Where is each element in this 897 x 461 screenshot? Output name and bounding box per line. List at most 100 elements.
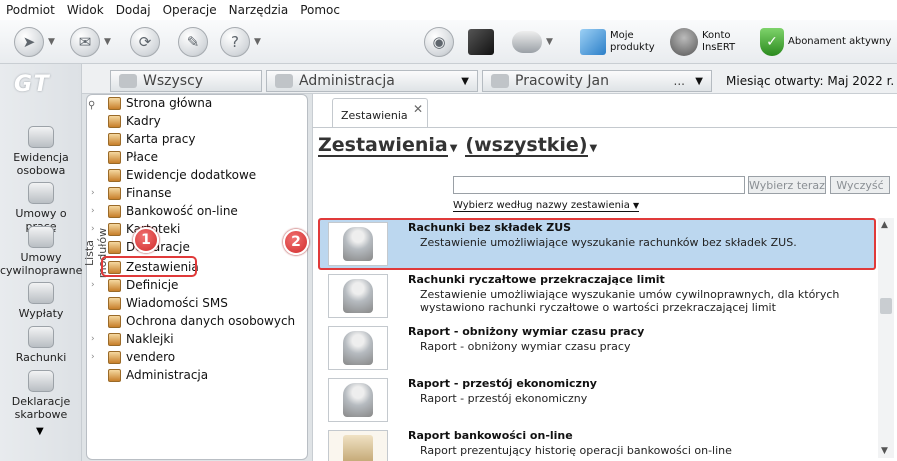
vendero-icon (108, 350, 121, 364)
list-item-title: Raport - obniżony wymiar czasu pracy (408, 325, 645, 338)
filter-wszyscy[interactable]: Wszyscy (110, 70, 262, 92)
expand-finanse-icon[interactable]: › (91, 188, 95, 198)
konto-insert-button[interactable]: Konto InsERT (670, 26, 735, 58)
privacy-icon (108, 314, 121, 328)
toolbar-button-3[interactable]: ⟳ (130, 26, 160, 58)
scrollbar[interactable]: ▲ ▼ (878, 218, 894, 458)
nav-rachunki[interactable]: Rachunki (0, 326, 82, 364)
nav-label: Rachunki (15, 351, 67, 364)
module-wiadomosci-sms[interactable]: Wiadomości SMS (108, 294, 228, 312)
tab-zestawienia[interactable]: Zestawienia ✕ (332, 98, 428, 128)
menu-dodaj[interactable]: Dodaj (116, 3, 151, 17)
close-icon[interactable]: ✕ (413, 102, 423, 116)
help-icon: ? (220, 27, 250, 57)
expand-vendero-icon[interactable]: › (91, 352, 95, 362)
open-month: Miesiąc otwarty: Maj 2022 r. (726, 74, 894, 88)
nav-deklaracje-skarbowe[interactable]: Deklaracje skarbowe (0, 370, 82, 421)
module-finanse[interactable]: Finanse (108, 184, 172, 202)
toolbar-button-1[interactable]: ➤ ▼ (14, 26, 55, 58)
toolbar: ➤ ▼ ✉ ▼ ⟳ ✎ ? ▼ ◉ ▼ Moje produkty Konto InsER… (0, 20, 897, 64)
filter-administracja[interactable]: Administracja ▼ (266, 70, 478, 92)
toolbar-button-globe[interactable]: ◉ (424, 26, 454, 58)
module-definicje[interactable]: Definicje (108, 276, 178, 294)
pin-icon[interactable]: ⚲ (88, 100, 95, 111)
page-title-text[interactable]: Zestawienia (318, 135, 448, 157)
nav-label: osobowa (16, 164, 66, 177)
group-icon (119, 74, 137, 88)
globe-icon: ◉ (424, 27, 454, 57)
open-month-value: Maj 2022 r. (827, 74, 895, 88)
module-karta-pracy[interactable]: Karta pracy (108, 130, 195, 148)
chevron-down-icon[interactable]: ▼ (881, 446, 888, 456)
payment-icon (28, 282, 54, 304)
scrollbar-thumb[interactable] (880, 298, 892, 314)
search-input[interactable] (453, 176, 745, 194)
module-kadry[interactable]: Kadry (108, 112, 161, 130)
chevron-up-icon[interactable]: ▲ (881, 220, 888, 230)
box-icon (468, 29, 494, 55)
account-icon (670, 28, 698, 56)
menu-podmiot[interactable]: Podmiot (6, 3, 55, 17)
toolbar-button-4[interactable]: ✎ (178, 26, 208, 58)
module-strona-glowna[interactable]: Strona główna (108, 94, 212, 112)
expand-definicje-icon[interactable]: › (91, 280, 95, 290)
filter-ellipsis: ... (673, 74, 685, 88)
list-item[interactable]: Raport bankowości on-line Raport prezent… (320, 426, 876, 461)
list-item-title: Raport - przestój ekonomiczny (408, 377, 597, 390)
module-bankowosc[interactable]: Bankowość on-line (108, 202, 238, 220)
toolbar-button-2[interactable]: ✉ ▼ (70, 26, 111, 58)
filter-pracownik[interactable]: Pracowity Jan ... ▼ (482, 70, 712, 92)
menu-widok[interactable]: Widok (67, 3, 104, 17)
module-ochrona-danych[interactable]: Ochrona danych osobowych (108, 312, 295, 330)
expand-bankowosc-icon[interactable]: › (91, 206, 95, 216)
module-place[interactable]: Płace (108, 148, 158, 166)
nav-umowy-cywilnoprawne[interactable]: Umowy cywilnoprawne (0, 226, 82, 277)
step-badge-2: 2 (283, 229, 309, 255)
pick-by-name-dropdown[interactable]: Wybierz według nazwy zestawienia ▼ (453, 200, 640, 212)
toolbar-button-cloud[interactable]: ▼ (512, 26, 553, 58)
sms-icon (108, 296, 121, 310)
list-item-desc: Zestawienie umożliwiające wyszukanie umó… (420, 288, 840, 314)
expand-naklejki-icon[interactable]: › (91, 334, 95, 344)
nav-scroll-down-icon[interactable]: ▼ (36, 426, 44, 437)
tools-icon: ✎ (178, 27, 208, 57)
declaration-icon (108, 240, 121, 254)
expand-deklaracje-icon[interactable]: › (91, 242, 95, 252)
toolbar-button-help[interactable]: ? ▼ (220, 26, 261, 58)
category-filter[interactable]: (wszystkie) (465, 135, 588, 157)
clear-button[interactable]: Wyczyść (830, 176, 890, 194)
contract-icon (28, 182, 54, 204)
person-icon (491, 74, 509, 88)
module-administracja[interactable]: Administracja (108, 366, 208, 384)
list-item[interactable]: Raport - przestój ekonomiczny Raport - p… (320, 374, 876, 426)
expand-kartoteki-icon[interactable]: › (91, 224, 95, 234)
menu-narzedzia[interactable]: Narzędzia (229, 3, 289, 17)
report-thumbnail-icon (328, 326, 388, 370)
toolbar-button-box[interactable] (468, 26, 494, 58)
list-item-title: Rachunki ryczałtowe przekraczające limit (408, 273, 665, 286)
list-item-desc: Raport - obniżony wymiar czasu pracy (420, 340, 631, 353)
group-icon (275, 74, 293, 88)
records-icon (108, 168, 121, 182)
menu-pomoc[interactable]: Pomoc (300, 3, 340, 17)
module-ewidencje-dodatkowe[interactable]: Ewidencje dodatkowe (108, 166, 256, 184)
declaration-icon (28, 370, 54, 392)
nav-wyplaty[interactable]: Wypłaty (0, 282, 82, 320)
module-vendero[interactable]: vendero (108, 348, 175, 366)
products-icon (580, 29, 606, 55)
list-item[interactable]: Rachunki ryczałtowe przekraczające limit… (320, 270, 876, 322)
nav-ewidencja-osobowa[interactable]: Ewidencja osobowa (0, 126, 82, 177)
moje-produkty-button[interactable]: Moje produkty (580, 26, 655, 58)
konto-line1: Konto (702, 30, 731, 41)
list-item-title: Raport bankowości on-line (408, 429, 573, 442)
abonament-button[interactable]: ✓ Abonament aktywny (760, 26, 891, 58)
chevron-down-icon: ▼ (104, 37, 111, 47)
list-item[interactable]: Raport - obniżony wymiar czasu pracy Rap… (320, 322, 876, 374)
menu-operacje[interactable]: Operacje (163, 3, 217, 17)
list-item[interactable]: Rachunki bez składek ZUS Zestawienie umo… (320, 218, 876, 270)
sticker-icon (108, 332, 121, 346)
contract-icon (28, 226, 54, 248)
module-naklejki[interactable]: Naklejki (108, 330, 174, 348)
filter-pracownik-label: Pracowity Jan (515, 73, 609, 89)
select-now-button[interactable]: Wybierz teraz (748, 176, 826, 194)
